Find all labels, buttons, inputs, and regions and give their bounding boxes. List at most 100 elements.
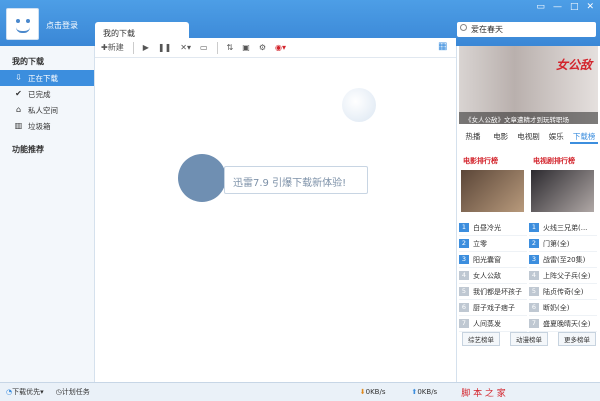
rank-title: 盛夏晚晴天(全) [543, 319, 591, 328]
sidebar-item-private[interactable]: ⌂ 私人空间 [0, 102, 94, 118]
rank-title: 厨子戏子痞子 [473, 303, 515, 312]
divider [216, 41, 218, 54]
rank-title: 断奶(全) [543, 303, 570, 312]
list-item[interactable]: 5 我们都是坏孩子 [459, 284, 527, 300]
vip-icon[interactable]: ◉▾ [275, 43, 286, 52]
sidebar-item-label: 正在下载 [28, 74, 58, 83]
rank-number: 7 [459, 319, 469, 328]
list-item[interactable]: 2 立零 [459, 236, 527, 252]
list-item[interactable]: 3 战雷(至20集) [529, 252, 597, 268]
tab-ent[interactable]: 娱乐 [542, 128, 570, 144]
skin-button[interactable]: ▭ [536, 2, 545, 12]
rank-title: 门第(全) [543, 239, 570, 248]
play-icon[interactable]: ▶ [143, 43, 149, 52]
avatar[interactable] [6, 8, 39, 40]
pause-icon[interactable]: ❚❚ [158, 43, 171, 52]
rank-number: 2 [459, 239, 469, 248]
plan-task-button[interactable]: ◷ 计划任务 [56, 387, 90, 397]
status-bar: ◔ 下载优先 ▾ ◷ 计划任务 ⬇ 0KB/s ⬆ 0KB/s 脚 本 之 家 [0, 382, 600, 401]
tab-hot[interactable]: 热播 [459, 128, 487, 144]
check-icon: ✔ [15, 89, 22, 98]
sidebar-section-recommend[interactable]: 功能推荐 [0, 134, 94, 158]
minimize-button[interactable]: — [553, 2, 562, 12]
close-button[interactable]: ✕ [586, 2, 594, 12]
list-item[interactable]: 7 人间蒸发 [459, 316, 527, 332]
rocket-icon [178, 154, 226, 202]
tv-rank-list: 1 火线三兄弟(... 2 门第(全) 3 战雷(至20集) 4 上阵父子兵(全) 5 陆贞传奇(… [529, 220, 597, 332]
list-item[interactable]: 3 阳光囊窗 [459, 252, 527, 268]
movie-banner[interactable]: 女公敌 《女人公敌》文章遭精才到玩转职场 [459, 46, 598, 124]
rank-buttons: 综艺榜单 动漫榜单 更多榜单 [457, 332, 600, 346]
login-link[interactable]: 点击登录 [46, 20, 78, 31]
movie-poster[interactable] [461, 170, 524, 212]
sort-icon[interactable]: ⇅ [227, 43, 234, 52]
list-item[interactable]: 2 门第(全) [529, 236, 597, 252]
tab-movie[interactable]: 电影 [487, 128, 515, 144]
anime-rank-button[interactable]: 动漫榜单 [510, 332, 548, 346]
list-item[interactable]: 1 火线三兄弟(... [529, 220, 597, 236]
sidebar-item-completed[interactable]: ✔ 已完成 [0, 86, 94, 102]
delete-icon[interactable]: ✕▾ [180, 43, 191, 52]
search-input[interactable]: 爱在春天 [457, 22, 596, 37]
rank-number: 6 [459, 303, 469, 312]
new-task-button[interactable]: ✚ 新建 [101, 42, 124, 53]
lock-icon: ⌂ [15, 105, 22, 114]
rank-number: 4 [529, 271, 539, 280]
grid-view-icon[interactable]: ▦ [438, 41, 447, 52]
plus-icon: ✚ [101, 43, 108, 52]
download-speed: ⬇ 0KB/s [360, 388, 386, 396]
mode-label: 下载优先 [12, 388, 41, 396]
list-item[interactable]: 4 女人公敌 [459, 268, 527, 284]
movie-rank-title: 电影排行榜 [463, 157, 498, 165]
download-list-area [95, 58, 456, 382]
list-item[interactable]: 1 白昼冷光 [459, 220, 527, 236]
right-panel: 女公敌 《女人公敌》文章遭精才到玩转职场 热播 电影 电视剧 娱乐 下载榜 电影… [456, 46, 600, 382]
rank-number: 6 [529, 303, 539, 312]
banner-caption: 《女人公敌》文章遭精才到玩转职场 [459, 112, 598, 124]
rank-title: 陆贞传奇(全) [543, 287, 584, 296]
rank-title: 人间蒸发 [473, 319, 501, 328]
more-rank-button[interactable]: 更多榜单 [558, 332, 596, 346]
window-controls: ▭ — □ ✕ [536, 2, 594, 12]
gear-icon[interactable]: ⚙ [259, 43, 266, 52]
plan-label: 计划任务 [61, 388, 90, 396]
rank-title: 战雷(至20集) [543, 255, 586, 264]
rank-title: 白昼冷光 [473, 223, 501, 232]
list-item[interactable]: 7 盛夏晚晴天(全) [529, 316, 597, 332]
sidebar-title: 我的下载 [12, 57, 44, 66]
rank-number: 1 [529, 223, 539, 232]
sidebar-item-label: 私人空间 [28, 106, 58, 115]
list-item[interactable]: 5 陆贞传奇(全) [529, 284, 597, 300]
variety-rank-button[interactable]: 综艺榜单 [462, 332, 500, 346]
tv-poster[interactable] [531, 170, 594, 212]
rank-title: 上阵父子兵(全) [543, 271, 591, 280]
download-icon: ⇩ [15, 73, 22, 82]
up-speed: 0KB/s [417, 388, 438, 396]
detail-icon[interactable]: ▣ [242, 43, 250, 52]
sidebar-item-trash[interactable]: ▥ 垃圾箱 [0, 118, 94, 134]
rank-number: 2 [529, 239, 539, 248]
mode-selector[interactable]: ◔ 下载优先 ▾ [6, 387, 44, 397]
rank-title: 立零 [473, 239, 487, 248]
sidebar-item-label: 已完成 [28, 90, 51, 99]
promo-banner[interactable]: 迅雷7.9 引爆下载新体验! [178, 154, 368, 206]
maximize-button[interactable]: □ [570, 2, 579, 12]
upload-speed: ⬆ 0KB/s [411, 388, 437, 396]
new-label: 新建 [107, 43, 124, 52]
search-text: 爱在春天 [471, 25, 503, 34]
movie-rank-list: 1 白昼冷光 2 立零 3 阳光囊窗 4 女人公敌 5 我们都是坏孩子 6 厨子戏子痞子 7 人间蒸发 [459, 220, 527, 332]
tab-tv[interactable]: 电视剧 [515, 128, 543, 144]
watermark: 脚 本 之 家 [461, 388, 506, 399]
down-speed: 0KB/s [365, 388, 386, 396]
sidebar-item-downloading[interactable]: ⇩ 正在下载 [0, 70, 94, 86]
rank-number: 5 [459, 287, 469, 296]
divider [132, 41, 134, 54]
folder-icon[interactable]: ▭ [200, 43, 208, 52]
list-item[interactable]: 4 上阵父子兵(全) [529, 268, 597, 284]
toolbar: ✚ 新建 ▶ ❚❚ ✕▾ ▭ ⇅ ▣ ⚙ ◉▾ [95, 38, 456, 58]
sidebar-item-label: 垃圾箱 [28, 122, 51, 131]
list-item[interactable]: 6 断奶(全) [529, 300, 597, 316]
tab-download-rank[interactable]: 下载榜 [570, 128, 598, 144]
thunder-logo-icon [342, 88, 376, 122]
list-item[interactable]: 6 厨子戏子痞子 [459, 300, 527, 316]
